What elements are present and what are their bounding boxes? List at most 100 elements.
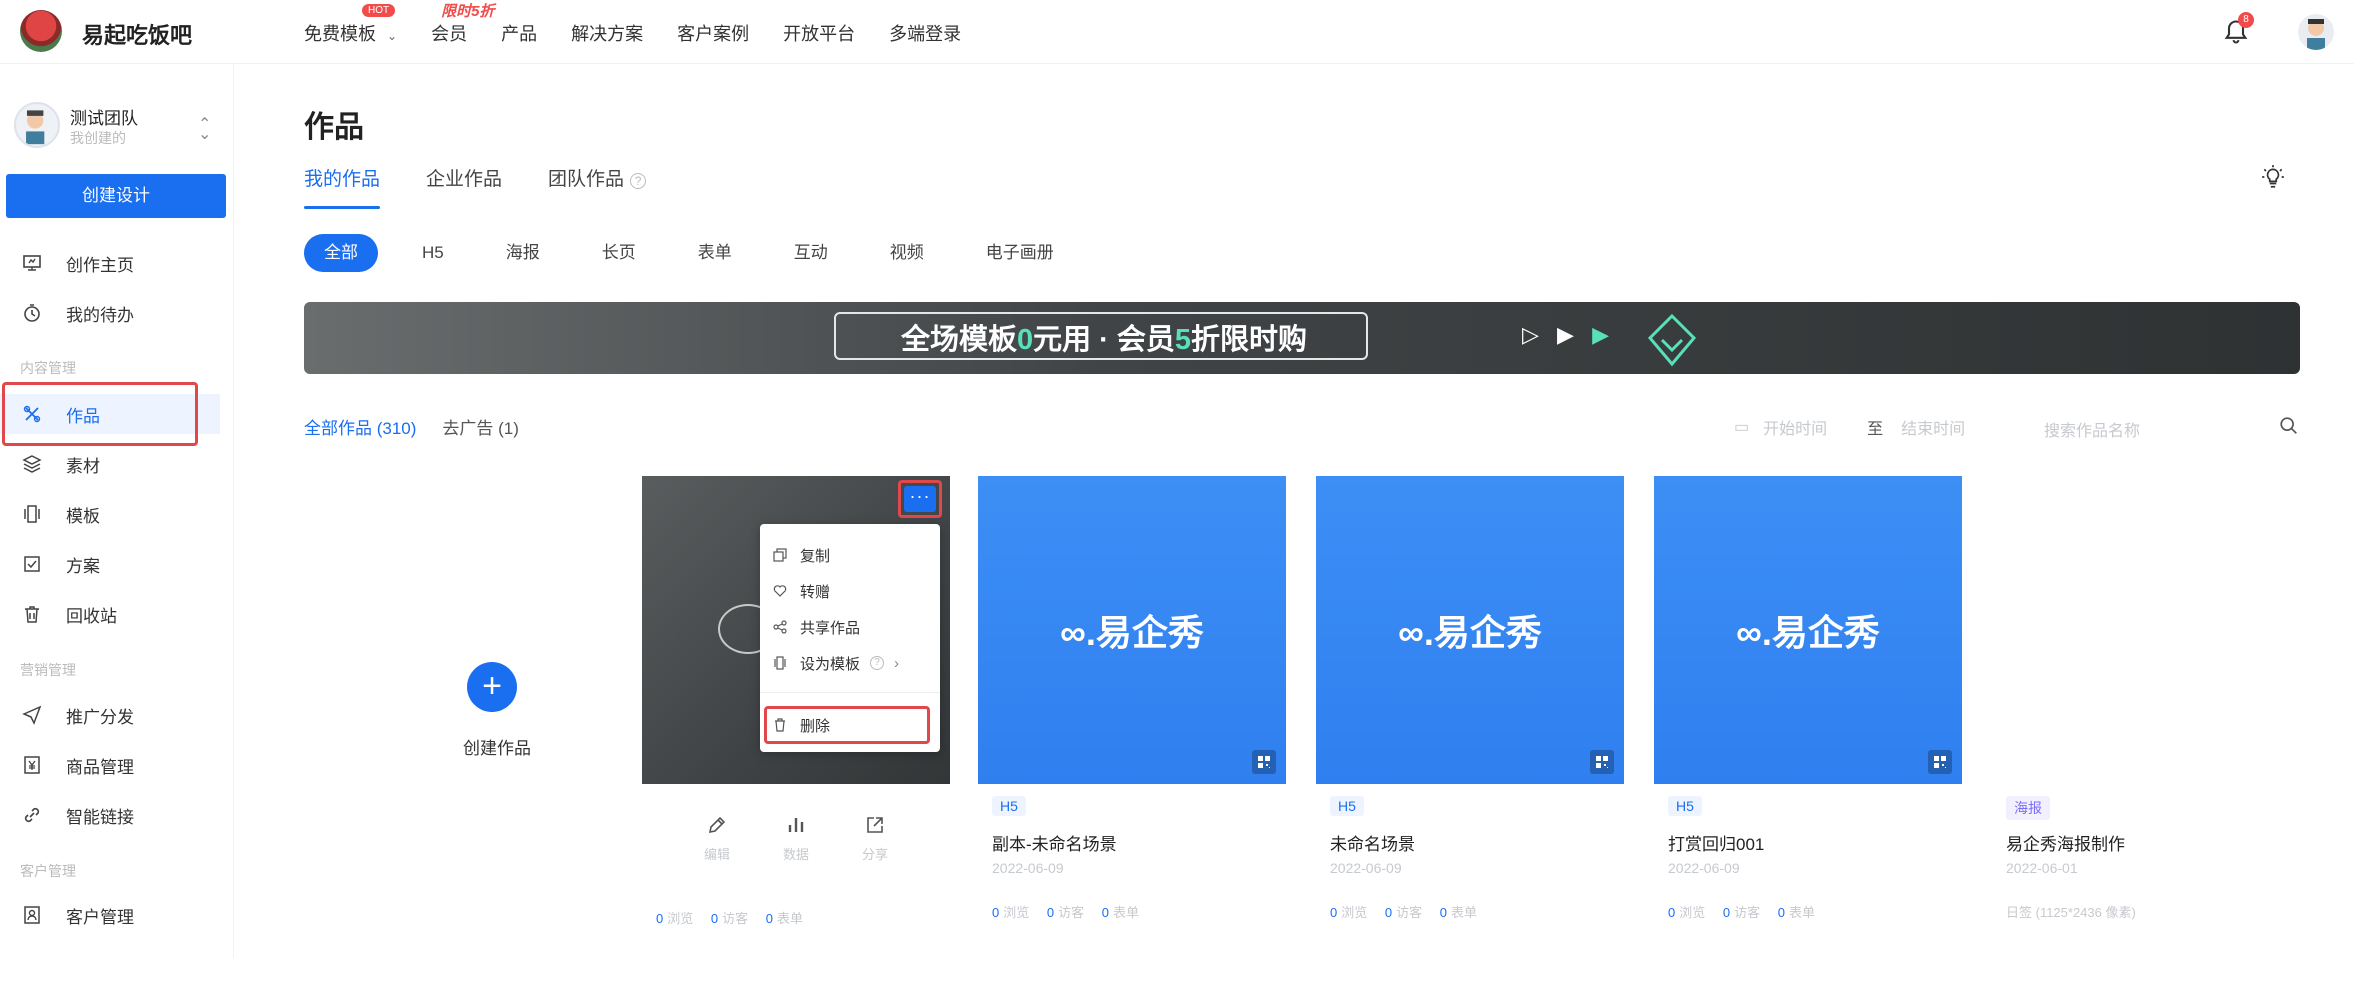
banner-text: 全场模板0元用 · 会员5折限时购 — [900, 324, 1308, 356]
sidebar-item-label: 创作主页 — [66, 255, 134, 275]
create-design-button[interactable]: 创建设计 — [6, 174, 226, 218]
sidebar-item-templates[interactable]: 模板 — [0, 494, 232, 534]
work-card[interactable]: ··· 复制 转赠 共享作品 设为模板? › 删除 编辑 数据 分享 0 浏览 … — [642, 476, 950, 996]
team-switcher[interactable]: 测试团队 我创建的 ⌃ ⌄ — [14, 100, 224, 156]
switch-icon[interactable]: ⌃ ⌄ — [198, 114, 211, 154]
help-icon[interactable]: ? — [630, 173, 647, 189]
share-action[interactable]: 分享 — [850, 814, 900, 863]
highlight-box — [764, 706, 930, 744]
search-input[interactable]: 搜索作品名称 — [2044, 409, 2300, 445]
nav-free-templates[interactable]: 免费模板 ⌄ HOT — [304, 4, 397, 46]
bar-chart-icon — [788, 818, 804, 832]
qr-code-icon[interactable] — [1928, 750, 1952, 774]
date-start[interactable]: 开始时间 — [1763, 415, 1827, 439]
search-icon[interactable] — [2278, 415, 2300, 437]
work-title[interactable]: 打赏回归001 — [1668, 830, 1764, 855]
data-action[interactable]: 数据 — [771, 814, 821, 863]
date-to-label: 至 — [1867, 421, 1884, 438]
work-card[interactable]: ∞.易企秀 H5 未命名场景 2022-06-09 0 浏览 0 访客 0 表单 — [1316, 476, 1624, 996]
top-bar: 易起吃饭吧 免费模板 ⌄ HOT 会员 限时5折 产品 解决方案 客户案例 开放… — [0, 0, 2354, 64]
sidebar-item-promotion[interactable]: 推广分发 — [0, 695, 232, 735]
type-tag: H5 — [1668, 796, 1702, 816]
menu-item-set-template[interactable]: 设为模板? › — [760, 646, 940, 680]
share-icon — [772, 619, 788, 635]
tab-enterprise-works[interactable]: 企业作品 — [426, 164, 502, 209]
qr-code-icon[interactable] — [1590, 750, 1614, 774]
highlight-box — [2, 382, 198, 446]
create-work-card[interactable]: + 创建作品 — [412, 476, 582, 848]
filter-h5[interactable]: H5 — [404, 234, 462, 272]
sidebar-item-materials[interactable]: 素材 — [0, 444, 232, 484]
nav-label: 免费模板 — [304, 24, 376, 44]
nav-membership[interactable]: 会员 限时5折 — [431, 3, 494, 46]
section-customer-label: 客户管理 — [20, 863, 76, 879]
sidebar-item-goods[interactable]: 商品管理 — [0, 745, 232, 785]
work-thumbnail[interactable]: ∞.易企秀 — [1654, 476, 1962, 784]
pencil-icon — [708, 816, 726, 834]
user-avatar[interactable] — [2298, 14, 2334, 50]
external-link-icon — [867, 817, 883, 833]
nav-multi-login[interactable]: 多端登录 — [889, 20, 961, 46]
work-title[interactable]: 副本-未命名场景 — [992, 830, 1117, 855]
work-title[interactable]: 易企秀海报制作 — [2006, 830, 2125, 855]
sidebar-item-label: 模板 — [66, 506, 100, 526]
type-tag: H5 — [1330, 796, 1364, 816]
work-card[interactable]: 海报 易企秀海报制作 2022-06-01 日签 (1125*2436 像素) — [1992, 476, 2292, 996]
filter-poster[interactable]: 海报 — [488, 234, 558, 272]
filter-form[interactable]: 表单 — [680, 234, 750, 272]
filter-interactive[interactable]: 互动 — [776, 234, 846, 272]
remove-ads-count[interactable]: 去广告 (1) — [442, 414, 519, 439]
card-stats: 0 浏览 0 访客 0 表单 — [1330, 905, 1477, 920]
qr-code-icon[interactable] — [1252, 750, 1276, 774]
tab-team-works[interactable]: 团队作品? — [548, 164, 647, 209]
yen-icon — [20, 753, 44, 777]
promo-banner[interactable]: 全场模板0元用 · 会员5折限时购 ▷ ▶ ▶ — [304, 302, 2300, 374]
section-content-label: 内容管理 — [20, 360, 76, 376]
create-work-label: 创建作品 — [463, 739, 531, 758]
date-range-picker[interactable]: ▭ 开始时间 至 结束时间 — [1734, 409, 2064, 445]
menu-item-transfer[interactable]: 转赠 — [760, 574, 940, 608]
promo-label: 限时5折 — [441, 3, 495, 20]
brand-logo[interactable] — [20, 10, 62, 52]
edit-action[interactable]: 编辑 — [692, 814, 742, 863]
card-stats: 0 浏览 0 访客 0 表单 — [1668, 905, 1815, 920]
all-works-count[interactable]: 全部作品 (310) — [304, 414, 416, 439]
work-title[interactable]: 未命名场景 — [1330, 830, 1415, 855]
work-card[interactable]: ∞.易企秀 H5 副本-未命名场景 2022-06-09 0 浏览 0 访客 0 表单 — [978, 476, 1286, 996]
menu-item-copy[interactable]: 复制 — [760, 538, 940, 572]
work-thumbnail[interactable] — [1992, 476, 2292, 784]
menu-item-share[interactable]: 共享作品 — [760, 610, 940, 644]
brand-name[interactable]: 易起吃饭吧 — [82, 18, 192, 50]
filter-all[interactable]: 全部 — [304, 234, 378, 272]
tab-my-works[interactable]: 我的作品 — [304, 164, 381, 209]
sidebar-item-home[interactable]: 创作主页 — [0, 243, 232, 283]
lightbulb-icon[interactable] — [2260, 164, 2286, 190]
sidebar-item-label: 回收站 — [66, 606, 117, 626]
type-tag: 海报 — [2006, 796, 2050, 820]
sidebar-item-trash[interactable]: 回收站 — [0, 594, 232, 634]
filter-ebook[interactable]: 电子画册 — [968, 234, 1072, 272]
work-thumbnail[interactable]: ∞.易企秀 — [1316, 476, 1624, 784]
works-header: 全部作品 (310) 去广告 (1) — [304, 414, 519, 439]
sidebar-item-todo[interactable]: 我的待办 — [0, 293, 232, 333]
sidebar: 测试团队 我创建的 ⌃ ⌄ 创建设计 创作主页 我的待办 内容管理 作品 素材 模… — [0, 64, 234, 958]
eqxiu-logo: ∞.易企秀 — [1060, 612, 1204, 653]
plus-icon[interactable]: + — [467, 662, 517, 712]
work-card[interactable]: ∞.易企秀 H5 打赏回归001 2022-06-09 0 浏览 0 访客 0 表单 — [1654, 476, 1962, 996]
sidebar-item-plans[interactable]: 方案 — [0, 544, 232, 584]
help-icon[interactable]: ? — [870, 656, 885, 670]
filter-long-page[interactable]: 长页 — [584, 234, 654, 272]
filter-video[interactable]: 视频 — [872, 234, 942, 272]
date-end[interactable]: 结束时间 — [1901, 415, 1965, 439]
work-thumbnail[interactable]: ∞.易企秀 — [978, 476, 1286, 784]
sidebar-item-customers[interactable]: 客户管理 — [0, 895, 232, 935]
nav-open-platform[interactable]: 开放平台 — [783, 20, 855, 46]
work-date: 2022-06-09 — [1668, 860, 1740, 876]
nav-cases[interactable]: 客户案例 — [677, 20, 749, 46]
sidebar-item-smart-link[interactable]: 智能链接 — [0, 795, 232, 835]
work-date: 2022-06-09 — [1330, 860, 1402, 876]
work-date: 2022-06-01 — [2006, 860, 2078, 876]
type-filters: 全部 H5 海报 长页 表单 互动 视频 电子画册 — [304, 234, 1098, 272]
nav-products[interactable]: 产品 — [501, 20, 537, 46]
nav-solutions[interactable]: 解决方案 — [571, 20, 643, 46]
